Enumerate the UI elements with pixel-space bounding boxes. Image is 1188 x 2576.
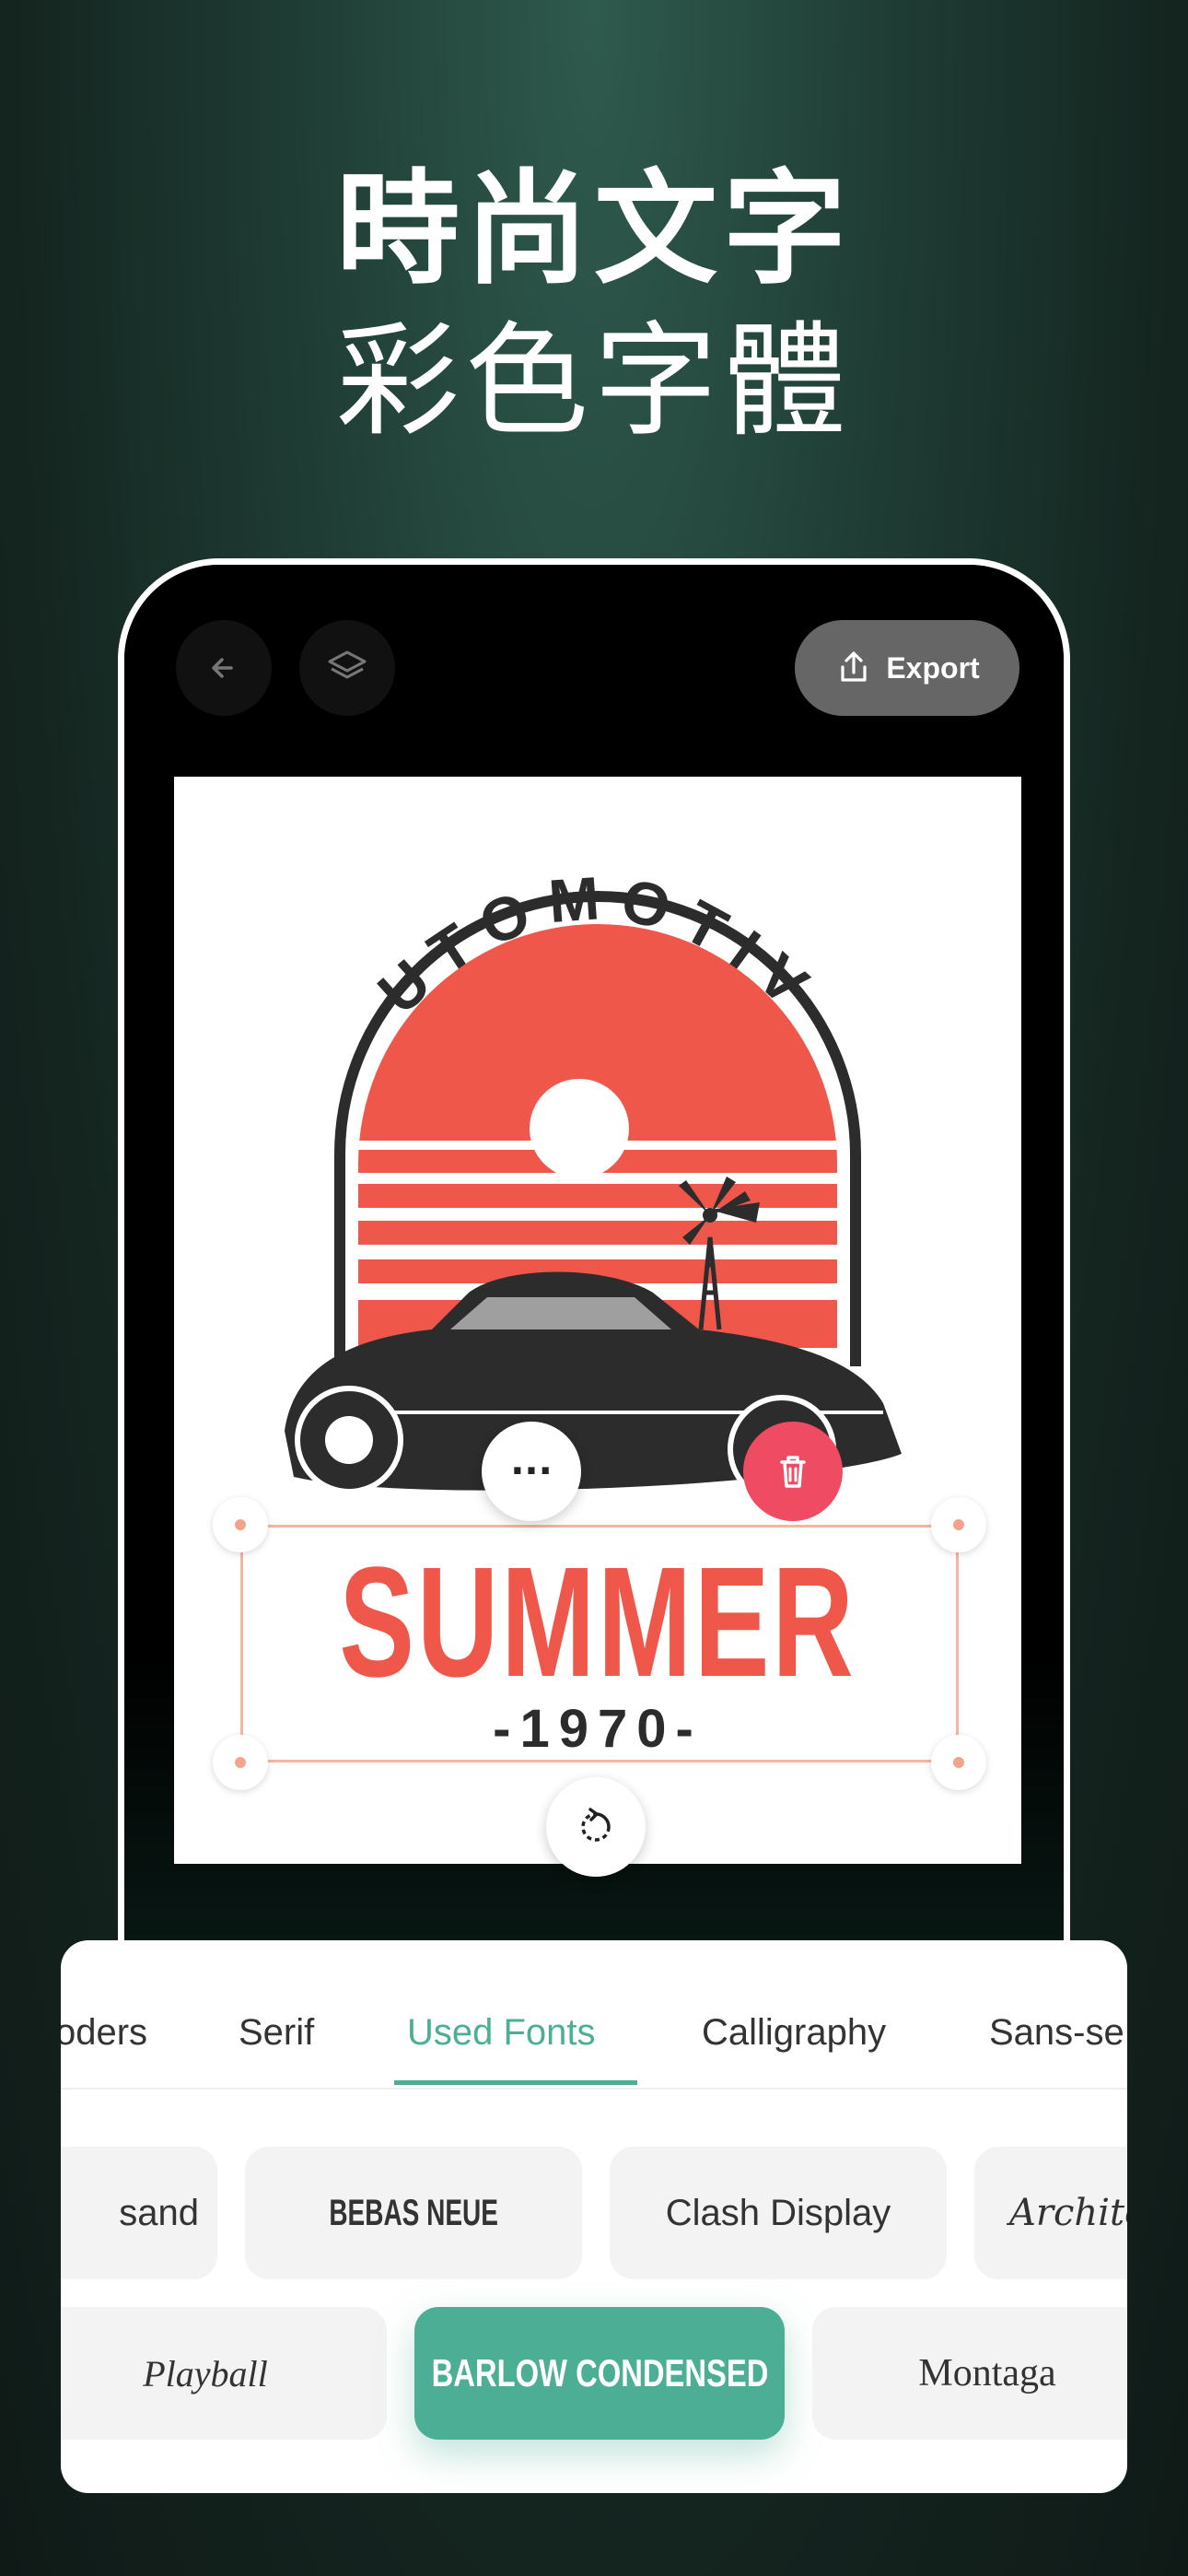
font-chip-label: Montaga (918, 2352, 1056, 2395)
font-panel: oders Serif Used Fonts Calligraphy Sans-… (61, 1940, 1127, 2493)
layers-button[interactable] (299, 620, 395, 716)
export-label: Export (886, 650, 980, 685)
selection-box[interactable] (240, 1525, 959, 1762)
back-arrow-icon (212, 658, 233, 678)
design-canvas[interactable]: AUTOMOTIVE (174, 777, 1021, 1864)
font-chip-label: sand (119, 2192, 199, 2233)
tab-sans-serif[interactable]: Sans-se (989, 2012, 1124, 2054)
font-chip-barlow-condensed[interactable]: BARLOW CONDENSED (414, 2307, 785, 2440)
font-category-tabs: oders Serif Used Fonts Calligraphy Sans-… (61, 1940, 1127, 2090)
export-button[interactable]: Export (795, 620, 1019, 716)
rotate-icon (581, 1808, 611, 1842)
font-chip-bebas-neue[interactable]: BEBAS NEUE (245, 2147, 582, 2279)
headline-subtitle: 彩色字體 (335, 310, 852, 453)
logo-artwork: AUTOMOTIVE (174, 777, 902, 1504)
active-tab-indicator (394, 2080, 637, 2085)
back-button[interactable] (176, 620, 272, 716)
resize-handle-top-right[interactable] (931, 1497, 986, 1552)
font-chip-label: BEBAS NEUE (329, 2192, 498, 2233)
resize-handle-bottom-right[interactable] (931, 1735, 986, 1790)
editor-screen: Export AUTOMOTIVE (124, 565, 1064, 2125)
tab-serif[interactable]: Serif (239, 2012, 314, 2054)
delete-button[interactable] (743, 1422, 843, 1521)
resize-handle-bottom-left[interactable] (213, 1735, 268, 1790)
tab-used-fonts[interactable]: Used Fonts (407, 2012, 596, 2054)
font-chip-label: BARLOW CONDENSED (431, 2351, 768, 2395)
phone-frame: Export AUTOMOTIVE (118, 558, 1070, 2125)
resize-handle-top-left[interactable] (213, 1497, 268, 1552)
font-chip-montaga[interactable]: Montaga (812, 2307, 1127, 2440)
more-options-button[interactable]: ··· (482, 1422, 581, 1521)
font-chip-label: Archite (1009, 2192, 1127, 2234)
font-chip-label: Playball (143, 2352, 268, 2395)
layers-icon (328, 650, 367, 679)
tab-calligraphy[interactable]: Calligraphy (702, 2012, 886, 2054)
font-chip-architects[interactable]: Archite (974, 2147, 1127, 2279)
font-chip-quicksand[interactable]: sand (61, 2147, 217, 2279)
more-icon: ··· (510, 1450, 553, 1493)
font-chip-label: Clash Display (665, 2192, 891, 2233)
tab-oders[interactable]: oders (61, 2012, 147, 2054)
font-chip-playball[interactable]: Playball (61, 2307, 387, 2440)
share-icon (841, 651, 867, 682)
font-chip-clash-display[interactable]: Clash Display (610, 2147, 947, 2279)
trash-icon (780, 1456, 806, 1488)
rotate-button[interactable] (546, 1777, 646, 1877)
